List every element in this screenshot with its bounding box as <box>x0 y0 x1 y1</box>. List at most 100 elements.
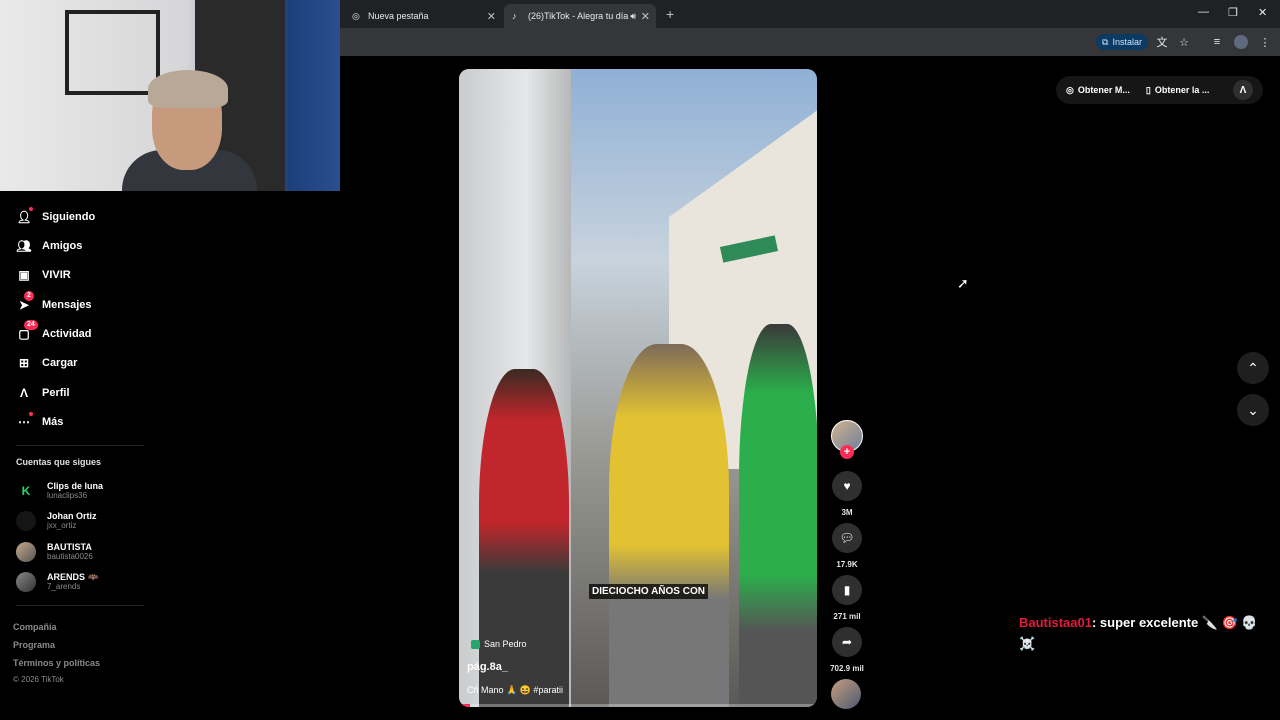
install-label: Instalar <box>1112 37 1142 47</box>
video-location-tag[interactable]: San Pedro <box>471 639 527 649</box>
install-icon: ⧉ <box>1102 36 1109 47</box>
previous-video-button[interactable]: ⌃ <box>1237 352 1269 384</box>
music-disc-avatar[interactable] <box>831 679 861 709</box>
sidebar-item-mensajes[interactable]: ➤ 2 Mensajes <box>16 291 92 313</box>
avatar <box>16 511 36 531</box>
audio-icon[interactable]: 🔊︎ <box>630 11 636 22</box>
following-account[interactable]: BAUTISTA bautista0026 <box>16 542 93 562</box>
webcam-shelf <box>65 10 160 95</box>
install-button[interactable]: ⧉ Instalar <box>1096 34 1148 50</box>
account-name: Clips de luna <box>47 481 104 491</box>
comment-button[interactable]: 💬︎ 17.9K <box>831 523 863 569</box>
browser-toolbar: ⧉ Instalar 文 ☆ ≡ ⋮ <box>340 28 1280 56</box>
translate-icon[interactable]: 文 <box>1155 35 1169 49</box>
heart-icon: ♥ <box>832 471 862 501</box>
browser-menu-icon[interactable]: ⋮ <box>1258 35 1272 49</box>
sidebar: 👤︎ Siguiendo 👥︎ Amigos ▣ VIVIR ➤ 2 Mensaj… <box>0 191 160 720</box>
save-count: 271 mil <box>833 612 861 621</box>
follow-plus-button[interactable]: + <box>840 445 854 459</box>
sidebar-item-label: Mensajes <box>42 299 92 311</box>
tab-new-tab[interactable]: ◎ Nueva pestaña ✕ <box>344 4 502 28</box>
following-account[interactable]: ARENDS 🦇 7_arends <box>16 572 99 592</box>
footer-link-terms[interactable]: Términos y políticas <box>13 658 100 668</box>
tab-title: Nueva pestaña <box>368 11 429 21</box>
bookmark-icon: ▮ <box>832 575 862 605</box>
close-window-icon[interactable]: ✕ <box>1258 6 1267 19</box>
copyright: © 2026 TikTok <box>13 675 64 684</box>
footer-link-program[interactable]: Programa <box>13 640 55 650</box>
sidebar-item-label: Siguiendo <box>42 211 96 223</box>
chat-username: Bautistaa01 <box>1019 615 1092 630</box>
upload-icon: ⊞ <box>18 356 30 370</box>
tiktok-favicon-icon: ♪ <box>512 11 517 21</box>
close-tab-icon[interactable]: ✕ <box>487 10 496 23</box>
following-section-title: Cuentas que sigues <box>16 457 102 467</box>
account-handle: jxx_ortiz <box>47 521 77 530</box>
share-icon: ➦ <box>832 627 862 657</box>
account-name: BAUTISTA <box>47 542 92 552</box>
chrome-icon: ◎ <box>352 11 360 21</box>
sidebar-divider <box>16 445 144 446</box>
video-author[interactable]: pág.8a_ <box>467 661 508 673</box>
activity-icon: ▢ 24 <box>16 320 38 342</box>
sidebar-item-actividad[interactable]: ▢ 24 Actividad <box>16 320 92 342</box>
chevron-down-icon: ⌄ <box>1247 401 1259 418</box>
share-count: 702.9 mil <box>830 664 864 673</box>
footer-link-company[interactable]: Compañía <box>13 622 57 632</box>
account-handle: 7_arends <box>47 582 81 591</box>
sidebar-item-label: Perfil <box>42 387 70 399</box>
tab-tiktok[interactable]: ♪ (26)TikTok - Alegra tu día 🔊︎ ✕ <box>504 4 656 28</box>
messages-badge: 2 <box>24 291 34 301</box>
get-app-button[interactable]: ▯ Obtener la ... <box>1146 85 1209 96</box>
sidebar-item-amigos[interactable]: 👥︎ Amigos <box>16 238 82 254</box>
following-account[interactable]: Johan Ortiz jxx_ortiz <box>16 511 97 531</box>
profile-circle-icon[interactable]: Ʌ <box>1233 80 1253 100</box>
sidebar-item-label: Más <box>42 416 64 428</box>
save-button[interactable]: ▮ 271 mil <box>831 575 863 621</box>
sidebar-item-mas[interactable]: ⋯ Más <box>16 412 64 430</box>
location-icon <box>471 639 480 649</box>
share-button[interactable]: ➦ 702.9 mil <box>830 627 864 673</box>
comment-icon: 💬︎ <box>832 523 862 553</box>
account-name: ARENDS 🦇 <box>47 572 99 582</box>
following-account[interactable]: K Clips de luna lunaclips36 <box>16 481 103 501</box>
bookmark-star-icon[interactable]: ☆ <box>1177 35 1191 49</box>
more-icon: ⋯ <box>16 412 33 430</box>
get-mobile-button[interactable]: ◎ Obtener M... <box>1066 85 1130 96</box>
compass-icon: ◎ <box>1066 84 1074 95</box>
video-progress-fill <box>459 704 470 707</box>
activity-badge: 24 <box>24 320 38 330</box>
webcam-person-hair <box>148 70 228 108</box>
sidebar-item-label: Amigos <box>42 240 83 252</box>
video-overlay-text: DIECIOCHO AÑOS CON <box>589 584 708 599</box>
location-label: San Pedro <box>484 639 527 649</box>
video-progress-bar[interactable] <box>459 704 817 707</box>
browser-tab-bar: ◎ Nueva pestaña ✕ ♪ (26)TikTok - Alegra … <box>340 0 1280 28</box>
close-tab-icon[interactable]: ✕ <box>641 10 650 23</box>
sidebar-divider <box>16 605 144 606</box>
avatar <box>16 572 36 592</box>
sidebar-item-cargar[interactable]: ⊞ Cargar <box>16 355 78 371</box>
like-count: 3M <box>841 508 853 517</box>
sidebar-item-label: Cargar <box>42 357 78 369</box>
friends-icon: 👥︎ <box>16 239 32 253</box>
minimize-icon[interactable]: — <box>1198 6 1209 18</box>
video-person-red <box>479 369 569 707</box>
sidebar-item-siguiendo[interactable]: 👤︎ Siguiendo <box>16 207 96 225</box>
mouse-cursor-icon: ➚ <box>957 275 969 291</box>
sidebar-item-perfil[interactable]: Ʌ Perfil <box>16 385 70 401</box>
new-tab-button[interactable]: + <box>666 6 674 22</box>
live-icon: ▣ <box>18 268 30 282</box>
next-video-button[interactable]: ⌄ <box>1237 394 1269 426</box>
video-player[interactable]: DIECIOCHO AÑOS CON San Pedro pág.8a_ Cñ … <box>459 69 817 707</box>
like-button[interactable]: ♥ 3M <box>831 471 863 517</box>
media-control-icon[interactable]: ≡ <box>1210 35 1224 49</box>
sidebar-item-label: VIVIR <box>42 269 71 281</box>
get-app-label: Obtener la ... <box>1154 85 1210 95</box>
restore-icon[interactable]: ❐ <box>1228 6 1238 19</box>
profile-avatar-icon[interactable] <box>1234 35 1248 49</box>
chevron-up-icon: ⌃ <box>1247 359 1259 376</box>
profile-icon: Ʌ <box>19 386 28 400</box>
sidebar-item-vivir[interactable]: ▣ VIVIR <box>16 267 71 283</box>
phone-icon: ▯ <box>1145 84 1151 95</box>
